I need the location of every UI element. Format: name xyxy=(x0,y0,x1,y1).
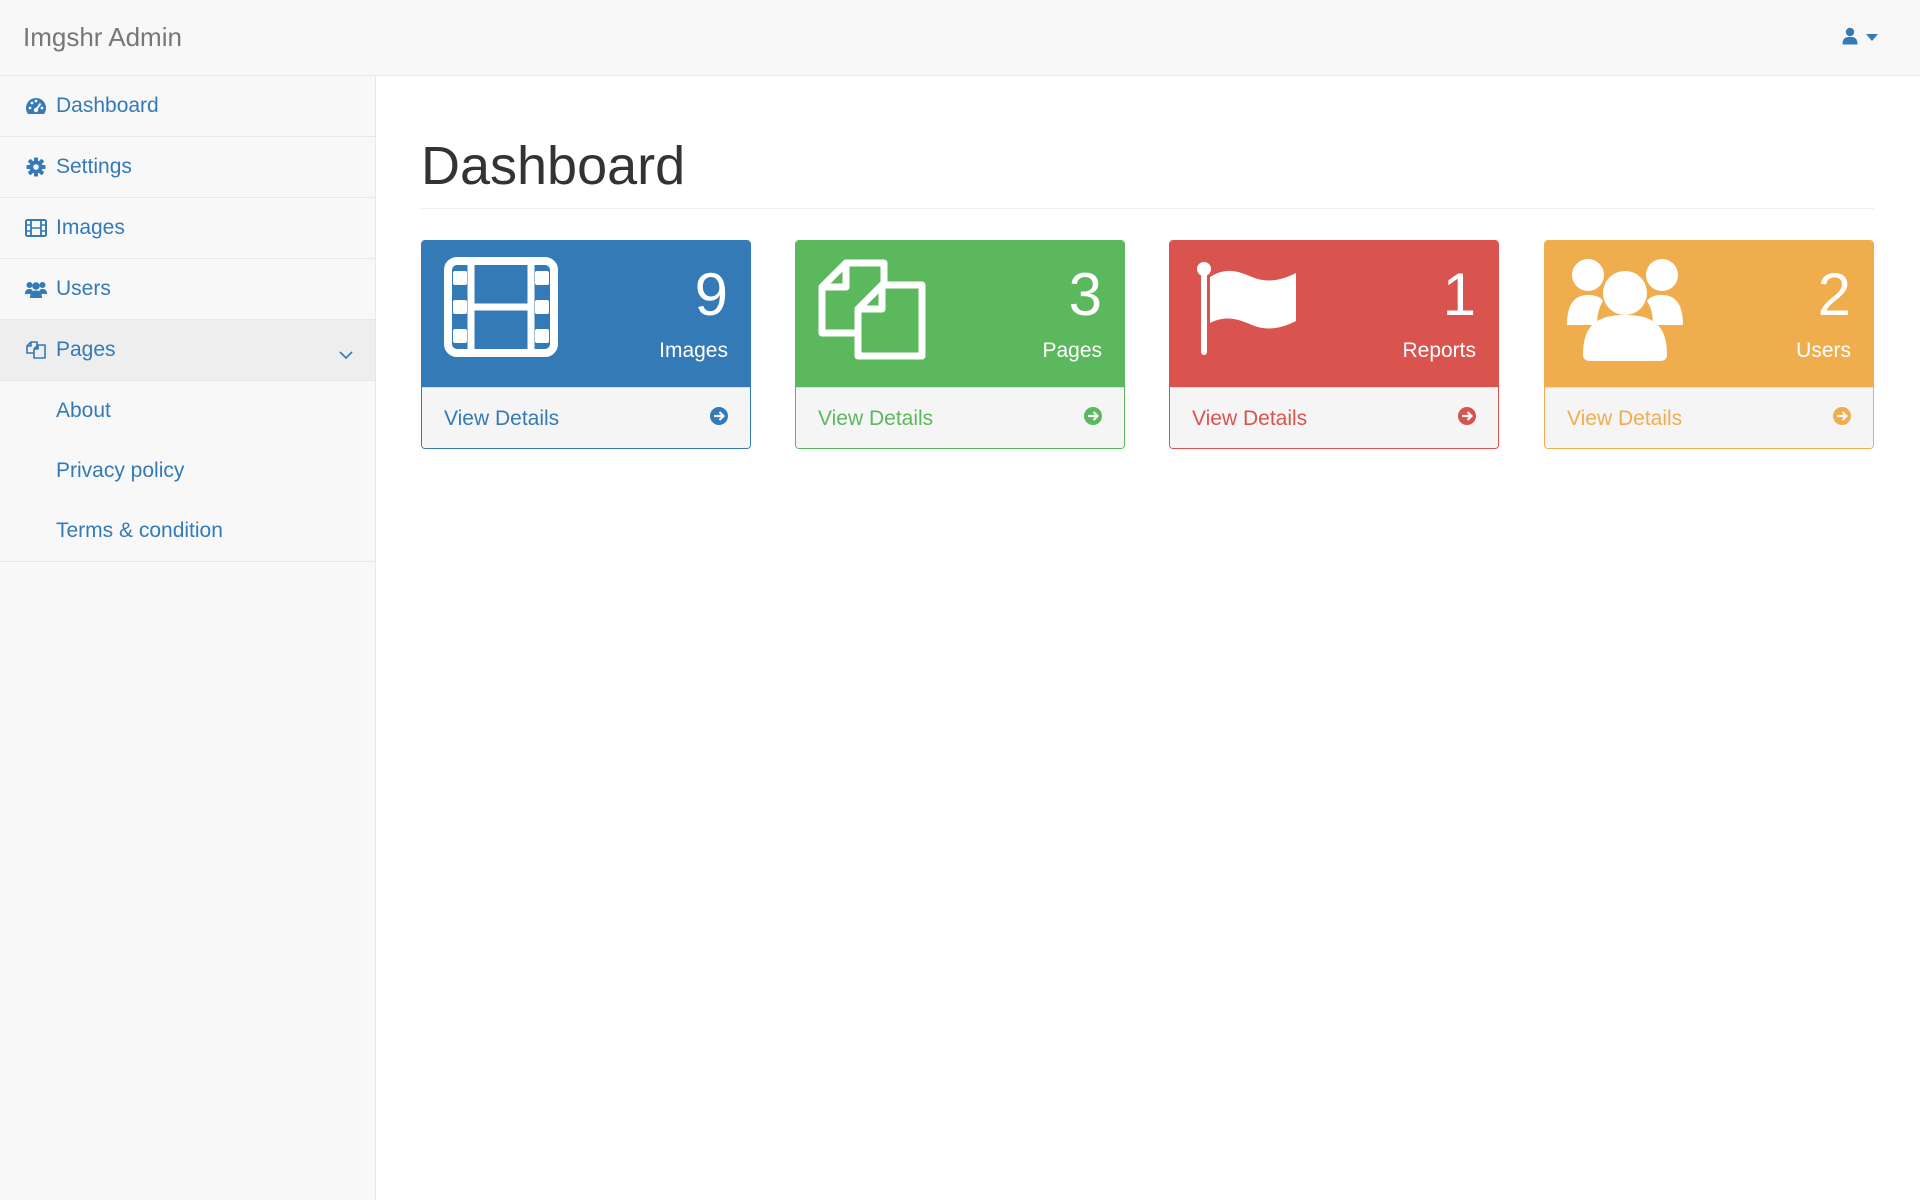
pages-submenu: About Privacy policy Terms & condition xyxy=(0,381,375,562)
panel-count: 1 xyxy=(1442,261,1476,328)
arrow-circle-right-icon xyxy=(1458,407,1476,431)
panel-heading: 3 Pages xyxy=(796,241,1124,387)
sidebar-item-pages[interactable]: Pages xyxy=(0,320,375,381)
view-details-link[interactable]: View Details xyxy=(422,387,750,448)
panel-label: Reports xyxy=(1402,339,1476,362)
view-details-label: View Details xyxy=(444,407,560,430)
sidebar-item-label: Images xyxy=(56,216,125,239)
panel-count: 9 xyxy=(694,261,728,328)
main-content: Dashboard 9 Images View Details 3 Pages … xyxy=(377,76,1920,1200)
arrow-circle-right-icon xyxy=(710,407,728,431)
arrow-circle-right-icon xyxy=(1833,407,1851,431)
sidebar: Dashboard Settings Images Users Pages Ab… xyxy=(0,76,376,1200)
film-icon xyxy=(24,216,48,240)
view-details-link[interactable]: View Details xyxy=(796,387,1124,448)
top-navbar: Imgshr Admin xyxy=(0,0,1920,76)
page-title: Dashboard xyxy=(421,136,686,196)
chevron-down-icon[interactable] xyxy=(339,342,353,366)
panel-label: Images xyxy=(659,339,728,362)
sidebar-subitem-privacy-policy[interactable]: Privacy policy xyxy=(0,441,375,501)
user-icon xyxy=(1842,27,1858,50)
title-divider xyxy=(421,208,1874,209)
caret-down-icon xyxy=(1866,29,1878,47)
panel-label: Users xyxy=(1796,339,1851,362)
copy-icon xyxy=(818,257,926,366)
panel-heading: 1 Reports xyxy=(1170,241,1498,387)
view-details-link[interactable]: View Details xyxy=(1170,387,1498,448)
sidebar-subitem-terms[interactable]: Terms & condition xyxy=(0,501,375,561)
panel-count: 3 xyxy=(1068,261,1102,328)
sidebar-item-settings[interactable]: Settings xyxy=(0,137,375,198)
flag-icon xyxy=(1194,261,1298,362)
brand-title[interactable]: Imgshr Admin xyxy=(23,22,182,52)
dashboard-icon xyxy=(24,94,48,118)
stat-panel-reports: 1 Reports View Details xyxy=(1169,240,1499,449)
film-icon xyxy=(444,257,558,362)
view-details-label: View Details xyxy=(1567,407,1683,430)
arrow-circle-right-icon xyxy=(1084,407,1102,431)
view-details-label: View Details xyxy=(1192,407,1308,430)
gear-icon xyxy=(24,155,48,179)
sidebar-item-label: Dashboard xyxy=(56,94,159,117)
view-details-link[interactable]: View Details xyxy=(1545,387,1873,448)
sidebar-item-label: Settings xyxy=(56,155,132,178)
view-details-label: View Details xyxy=(818,407,934,430)
user-menu-toggle[interactable] xyxy=(1842,24,1878,52)
sidebar-item-label: Pages xyxy=(56,338,116,361)
sidebar-item-users[interactable]: Users xyxy=(0,259,375,320)
stat-panel-pages: 3 Pages View Details xyxy=(795,240,1125,449)
pages-icon xyxy=(24,338,48,362)
panel-count: 2 xyxy=(1817,261,1851,328)
panel-heading: 2 Users xyxy=(1545,241,1873,387)
sidebar-item-images[interactable]: Images xyxy=(0,198,375,259)
users-icon xyxy=(1567,255,1683,368)
panel-label: Pages xyxy=(1042,339,1102,362)
stat-panel-images: 9 Images View Details xyxy=(421,240,751,449)
sidebar-subitem-about[interactable]: About xyxy=(0,381,375,441)
panel-heading: 9 Images xyxy=(422,241,750,387)
stat-panel-users: 2 Users View Details xyxy=(1544,240,1874,449)
sidebar-item-label: Users xyxy=(56,277,111,300)
users-icon xyxy=(24,277,48,301)
sidebar-item-dashboard[interactable]: Dashboard xyxy=(0,76,375,137)
